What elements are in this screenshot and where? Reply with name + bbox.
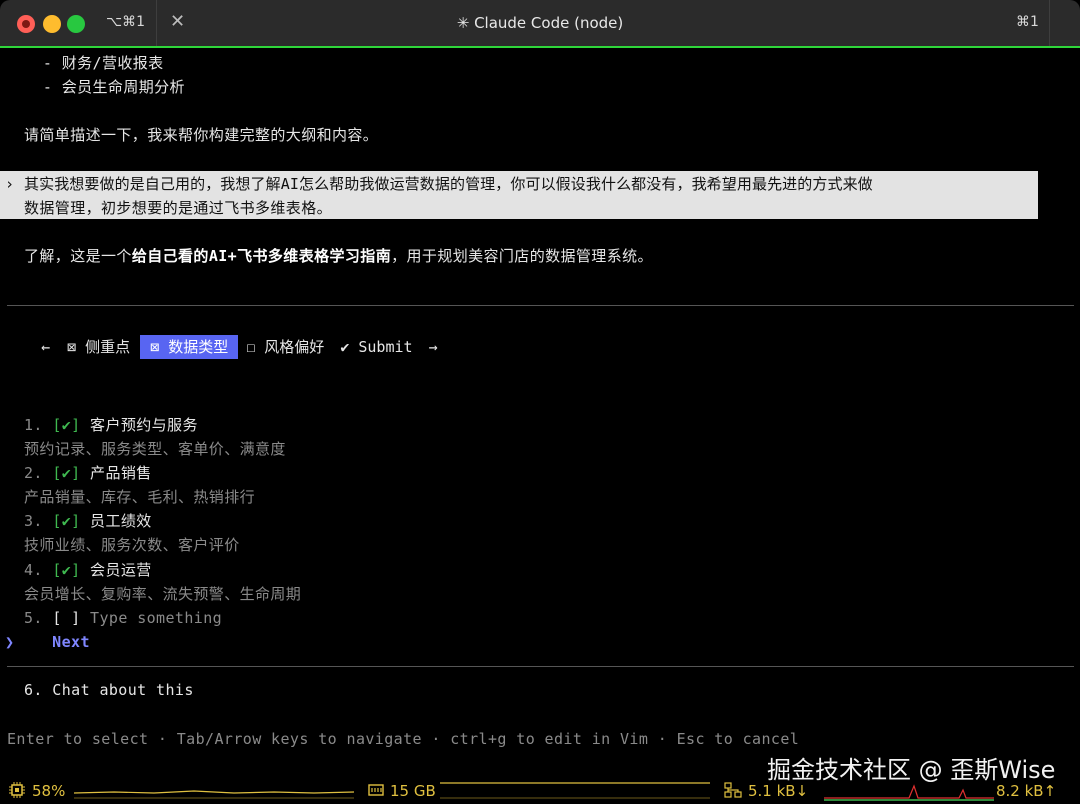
tab-data-type[interactable]: ⊠ 数据类型 <box>140 335 239 359</box>
user-caret-icon: › <box>5 175 15 193</box>
option-description: 会员增长、复购率、流失预警、生命周期 <box>24 585 302 603</box>
option-item[interactable]: 2. [✔] 产品销售 <box>24 463 152 483</box>
tab-submit[interactable]: ✔ Submit <box>340 335 412 359</box>
checkbox-checked-icon[interactable]: [✔] <box>52 416 80 434</box>
help-hint: Enter to select · Tab/Arrow keys to navi… <box>7 730 800 748</box>
option-title: 会员运营 <box>90 561 152 579</box>
checkbox-checked-icon[interactable]: [✔] <box>52 464 80 482</box>
option-number: 4. <box>24 561 43 579</box>
title-bar: ⌥⌘1 ✕ ✳ Claude Code (node) ⌘1 <box>0 0 1080 48</box>
terminal-window: ⌥⌘1 ✕ ✳ Claude Code (node) ⌘1 - 财务/营收报表 … <box>0 0 1080 804</box>
custom-option-item[interactable]: 5. [ ] Type something <box>24 608 222 628</box>
assistant-reply: 了解，这是一个给自己看的AI+飞书多维表格学习指南，用于规划美容门店的数据管理系… <box>24 246 653 266</box>
option-number: 2. <box>24 464 43 482</box>
custom-option-input[interactable]: Type something <box>90 609 222 627</box>
option-description: 产品销量、库存、毛利、热销排行 <box>24 488 256 506</box>
cpu-icon <box>9 782 25 798</box>
tabs-right-arrow-icon[interactable]: → <box>429 335 438 359</box>
network-upload: 8.2 kB↑ <box>996 782 1057 800</box>
user-message-line: 其实我想要做的是自己用的，我想了解AI怎么帮助我做运营数据的管理，你可以假设我什… <box>24 175 873 193</box>
option-item[interactable]: 1. [✔] 客户预约与服务 <box>24 415 198 435</box>
option-title: 员工绩效 <box>90 512 152 530</box>
tab-divider-right <box>1049 0 1050 46</box>
user-message-line: 数据管理，初步想要的是通过飞书多维表格。 <box>24 199 333 217</box>
divider <box>7 666 1074 667</box>
option-item[interactable]: 4. [✔] 会员运营 <box>24 560 152 580</box>
checkbox-checked-icon[interactable]: [✔] <box>52 561 80 579</box>
option-number: 5. <box>24 609 43 627</box>
cpu-sparkline <box>74 790 354 799</box>
assistant-message: 请简单描述一下，我来帮你构建完整的大纲和内容。 <box>24 126 379 144</box>
next-button[interactable]: Next <box>52 633 90 651</box>
checkbox-checked-icon[interactable]: [✔] <box>52 512 80 530</box>
memory-icon <box>368 784 384 796</box>
user-message-block: › 其实我想要做的是自己用的，我想了解AI怎么帮助我做运营数据的管理，你可以假设… <box>0 171 1038 219</box>
network-icon <box>724 782 742 798</box>
network-download: 5.1 kB↓ <box>748 782 809 800</box>
status-bar: 58% 15 GB 5.1 kB↓ 8.2 kB↑ <box>0 776 1080 804</box>
cpu-usage: 58% <box>32 782 66 800</box>
memory-sparkline <box>440 782 710 799</box>
chat-about-this-option[interactable]: 6. Chat about this <box>24 680 194 700</box>
window-title: ✳ Claude Code (node) <box>456 14 624 32</box>
tab-style[interactable]: ☐ 风格偏好 <box>246 335 324 359</box>
reply-prefix: 了解，这是一个 <box>24 247 132 265</box>
checkbox-empty-icon[interactable]: [ ] <box>52 609 80 627</box>
selection-caret-icon: ❯ <box>5 633 15 651</box>
divider <box>7 305 1074 306</box>
reply-suffix: ，用于规划美容门店的数据管理系统。 <box>391 247 653 265</box>
option-description: 技师业绩、服务次数、客户评价 <box>24 536 240 554</box>
question-tabs: ← ⊠ 侧重点 ⊠ 数据类型 ☐ 风格偏好 ✔ Submit → <box>0 317 438 359</box>
list-item: - 财务/营收报表 <box>24 54 164 72</box>
memory-usage: 15 GB <box>390 782 436 800</box>
option-title: 客户预约与服务 <box>90 416 198 434</box>
option-title: 产品销售 <box>90 464 152 482</box>
option-number: 3. <box>24 512 43 530</box>
option-item[interactable]: 3. [✔] 员工绩效 <box>24 511 152 531</box>
network-sparkline <box>824 784 994 801</box>
list-item: - 会员生命周期分析 <box>24 78 185 96</box>
option-number: 1. <box>24 416 43 434</box>
tab-focus[interactable]: ⊠ 侧重点 <box>67 335 130 359</box>
option-description: 预约记录、服务类型、客单价、满意度 <box>24 440 286 458</box>
tabs-left-arrow-icon[interactable]: ← <box>41 335 61 359</box>
reply-highlight: 给自己看的AI+飞书多维表格学习指南 <box>131 247 392 265</box>
window-shortcut-label: ⌘1 <box>1016 14 1039 30</box>
next-option[interactable]: ❯ Next <box>5 632 90 652</box>
